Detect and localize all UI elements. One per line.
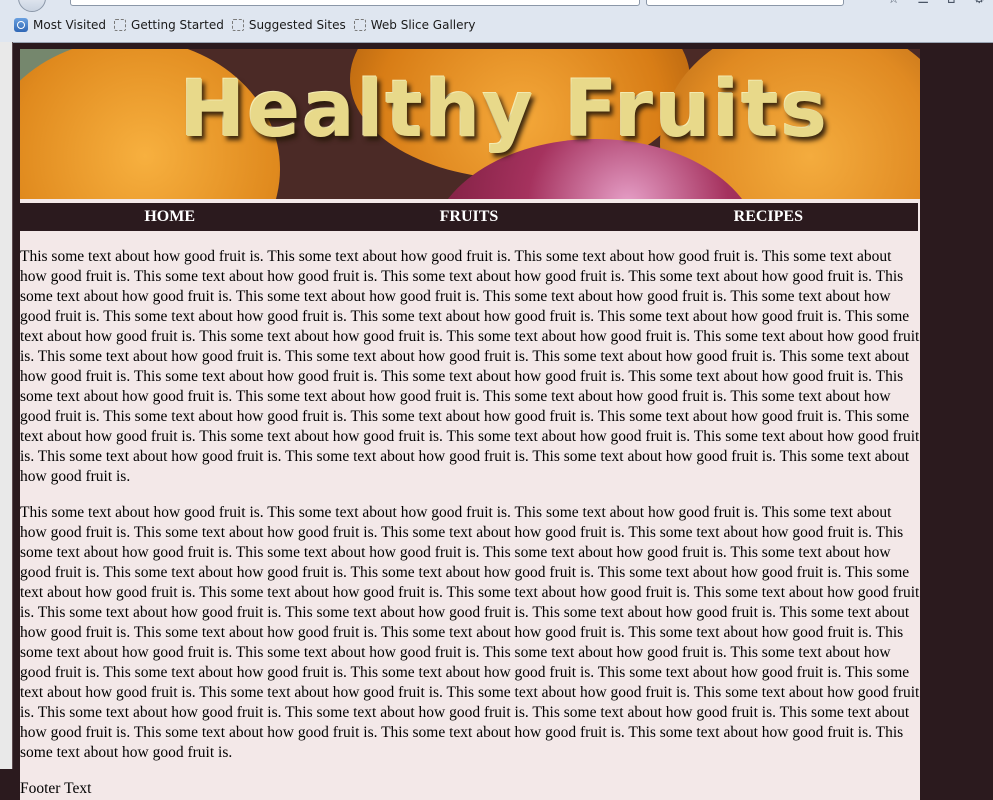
bookmark-label: Getting Started (131, 18, 224, 32)
menu-icon[interactable]: ☰ (917, 0, 929, 7)
search-box[interactable] (646, 0, 844, 6)
content-paragraph: This some text about how good fruit is. … (20, 504, 920, 761)
bookmark-most-visited[interactable]: Most Visited (14, 18, 106, 32)
page-icon (114, 19, 127, 31)
bookmark-getting-started[interactable]: Getting Started (114, 18, 224, 32)
bookmark-web-slice-gallery[interactable]: Web Slice Gallery (353, 18, 476, 32)
bookmark-label: Suggested Sites (248, 18, 346, 32)
bookmark-suggested-sites[interactable]: Suggested Sites (231, 18, 346, 32)
home-icon[interactable]: ⌂ (947, 0, 955, 7)
site-title: Healthy Fruits (180, 65, 830, 155)
nav-fruits[interactable]: FRUITS (319, 203, 618, 231)
back-button[interactable] (18, 0, 46, 12)
most-visited-icon (14, 18, 28, 32)
browser-chrome: ☆ ☰ ⌂ ⚙ Most Visited Getting Started Sug… (0, 0, 993, 43)
bookmarks-toolbar: Most Visited Getting Started Suggested S… (14, 18, 476, 32)
settings-icon[interactable]: ⚙ (973, 0, 985, 7)
nav-recipes[interactable]: RECIPES (619, 203, 918, 231)
content-paragraph: This some text about how good fruit is. … (20, 248, 920, 485)
star-icon[interactable]: ☆ (888, 0, 900, 7)
toolbar-icons: ☆ ☰ ⌂ ⚙ (888, 0, 985, 7)
bookmark-label: Most Visited (33, 18, 107, 32)
header-banner: Healthy Fruits (20, 49, 920, 199)
bookmark-label: Web Slice Gallery (370, 18, 476, 32)
address-bar[interactable] (70, 0, 640, 6)
nav-bar: HOME FRUITS RECIPES (20, 203, 920, 231)
page-container: Healthy Fruits HOME FRUITS RECIPES This … (20, 49, 920, 800)
page-icon (353, 19, 366, 31)
footer: Footer Text (20, 780, 92, 797)
main-content: This some text about how good fruit is. … (20, 247, 920, 763)
background-window-edge (0, 42, 13, 769)
nav-home[interactable]: HOME (20, 203, 319, 231)
page-icon (231, 19, 244, 31)
